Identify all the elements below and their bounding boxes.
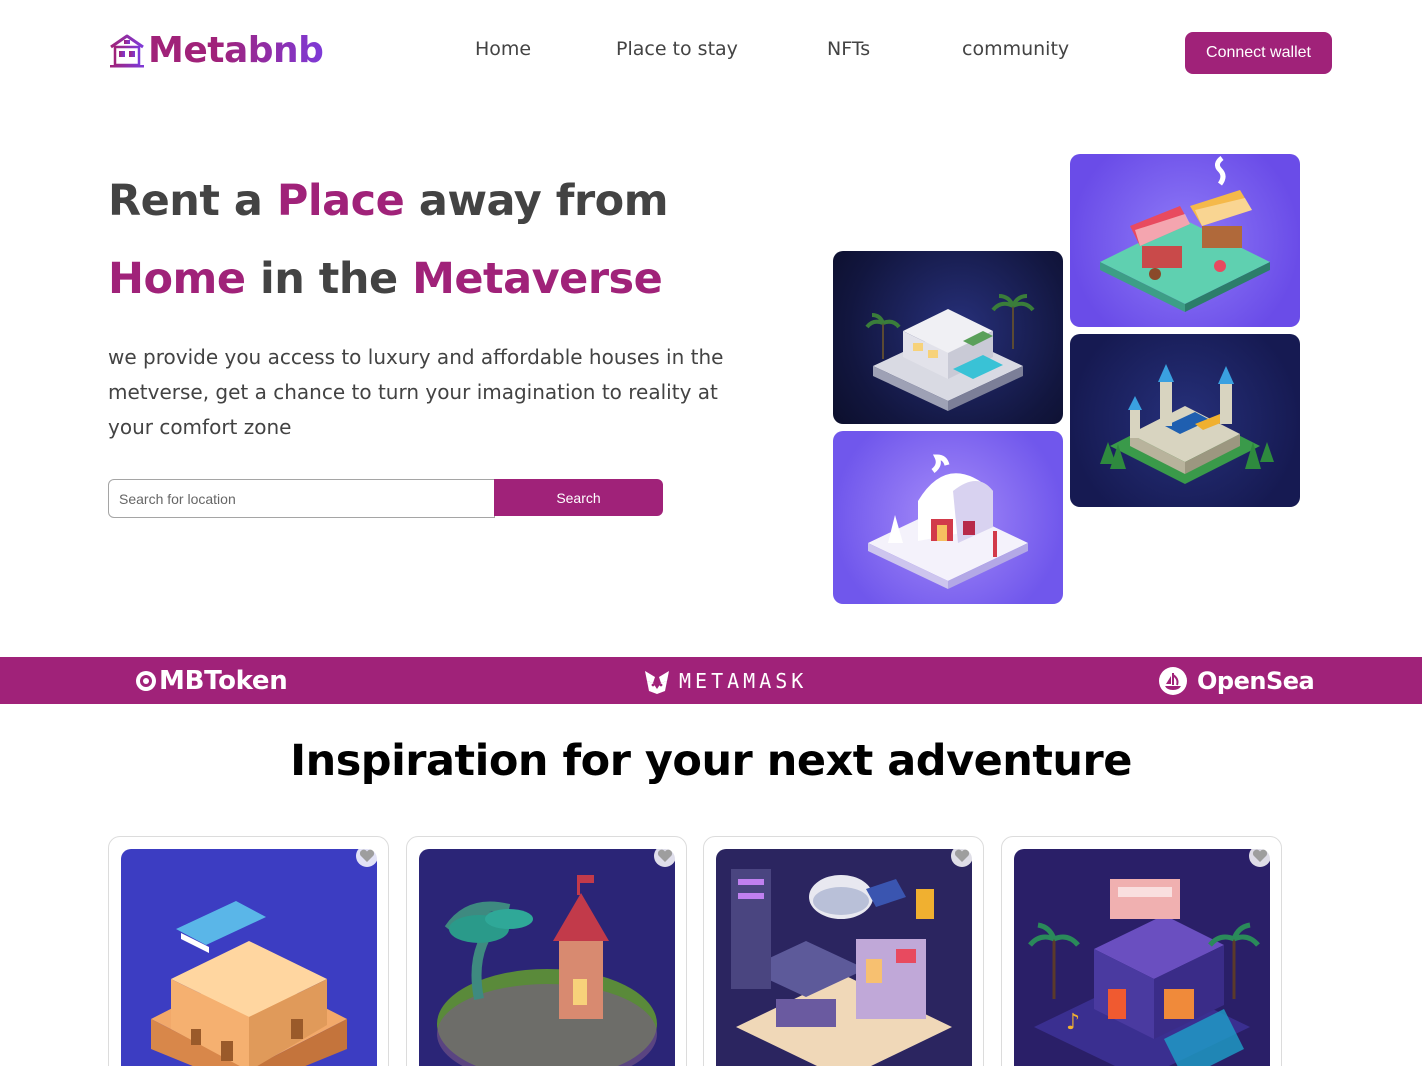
favorite-button[interactable] xyxy=(654,845,676,867)
opensea-icon xyxy=(1159,666,1187,695)
listing-image: ♪ xyxy=(1014,849,1270,1066)
listing-image xyxy=(121,849,377,1066)
hero-title-text: in the xyxy=(245,254,413,304)
tree-tower-icon xyxy=(419,849,675,1066)
gallery-tile-castle xyxy=(1070,334,1300,507)
partner-name: METAMASK xyxy=(679,668,808,693)
top-navbar: Metabnb Home Place to stay NFTs communit… xyxy=(0,0,1422,106)
search-button[interactable]: Search xyxy=(494,479,663,516)
hero-title-accent: Place xyxy=(276,176,405,226)
partner-mbtoken[interactable]: MBToken xyxy=(135,657,288,704)
nav-link-community[interactable]: community xyxy=(962,38,1069,60)
heart-icon xyxy=(954,849,970,862)
desert-house-icon xyxy=(121,849,377,1066)
nav-link-home[interactable]: Home xyxy=(475,38,531,60)
hero-title-text: Rent a xyxy=(108,176,277,226)
partner-band: MBToken METAMASK OpenSea xyxy=(0,657,1422,704)
futuristic-base-icon xyxy=(716,849,972,1066)
mbtoken-icon xyxy=(136,670,156,691)
hero-title-accent: Home xyxy=(108,254,246,304)
snow-house-icon xyxy=(868,454,1028,589)
heart-icon xyxy=(657,849,673,862)
nav-link-place-to-stay[interactable]: Place to stay xyxy=(616,38,738,60)
metamask-fox-icon xyxy=(645,670,669,694)
listing-card[interactable] xyxy=(703,836,984,1066)
brand-name: Metabnb xyxy=(148,30,324,71)
listing-image xyxy=(716,849,972,1066)
house-logo-icon xyxy=(110,34,144,67)
heart-icon xyxy=(1252,849,1268,862)
favorite-button[interactable] xyxy=(1249,845,1271,867)
heart-icon xyxy=(359,849,375,862)
hero-title-text: away from xyxy=(404,176,669,226)
svg-text:♪: ♪ xyxy=(1066,1010,1080,1035)
hero-title-accent: Metaverse xyxy=(412,254,663,304)
favorite-button[interactable] xyxy=(356,845,378,867)
gallery-tile-villa xyxy=(833,251,1063,424)
castle-icon xyxy=(1100,364,1274,484)
search-location-input[interactable] xyxy=(108,479,495,518)
neon-house-icon: ♪ xyxy=(1014,849,1270,1066)
gallery-tile-market xyxy=(1070,154,1300,327)
listing-card[interactable] xyxy=(108,836,389,1066)
partner-opensea[interactable]: OpenSea xyxy=(1158,657,1315,704)
inspiration-title: Inspiration for your next adventure xyxy=(290,736,1132,786)
partner-metamask[interactable]: METAMASK xyxy=(643,657,807,704)
hero-description: we provide you access to luxury and affo… xyxy=(108,345,724,439)
hero-title: Rent a Place away from Home in the Metav… xyxy=(108,162,669,318)
villa-pool-icon xyxy=(865,294,1035,411)
favorite-button[interactable] xyxy=(951,845,973,867)
listing-image xyxy=(419,849,675,1066)
listing-card[interactable] xyxy=(406,836,687,1066)
location-search: Search xyxy=(108,479,663,518)
nav-link-nfts[interactable]: NFTs xyxy=(827,38,870,60)
partner-name: MBToken xyxy=(159,665,288,696)
connect-wallet-button[interactable]: Connect wallet xyxy=(1185,32,1332,74)
gallery-tile-snow-house xyxy=(833,431,1063,604)
brand-logo[interactable]: Metabnb xyxy=(108,30,324,71)
partner-name: OpenSea xyxy=(1197,666,1315,695)
market-stall-icon xyxy=(1100,156,1270,312)
listing-card[interactable]: ♪ xyxy=(1001,836,1282,1066)
